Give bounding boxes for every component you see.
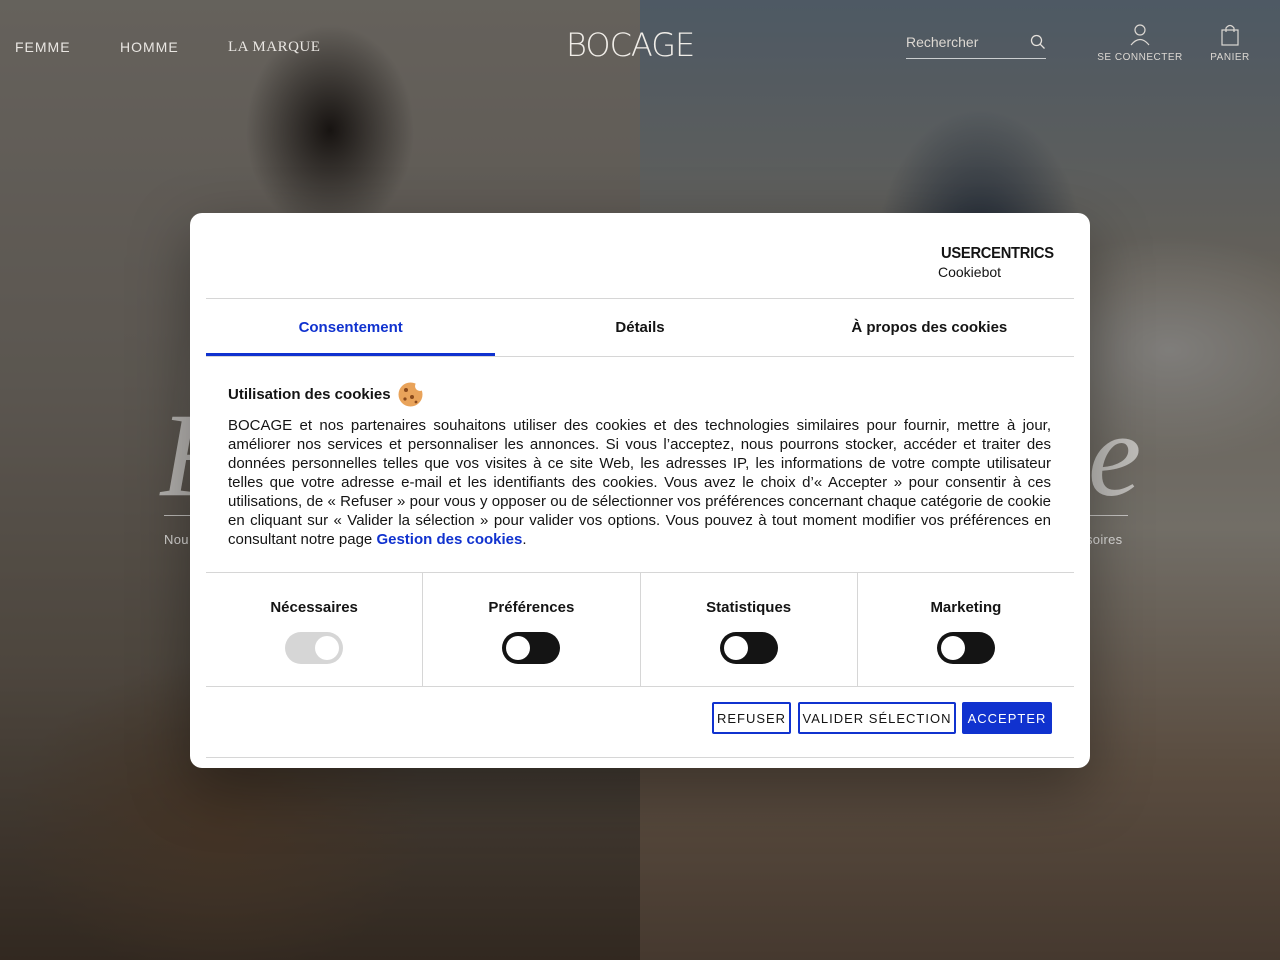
category-label: Nécessaires — [270, 599, 358, 616]
toggle-knob — [315, 636, 340, 660]
nav-femme[interactable]: FEMME — [15, 39, 71, 55]
tab-details[interactable]: Détails — [495, 299, 784, 356]
consent-title: Utilisation des cookies — [228, 386, 391, 403]
accept-button[interactable]: ACCEPTER — [962, 702, 1052, 734]
provider-name: USERCENTRICS — [941, 245, 1054, 262]
toggle-knob — [506, 636, 531, 660]
cookie-management-link[interactable]: Gestion des cookies — [376, 531, 522, 548]
category-label: Statistiques — [706, 599, 792, 616]
divider — [206, 686, 1074, 687]
brand-logo[interactable]: BOCAGE — [566, 26, 695, 64]
site-header: FEMME HOMME LA MARQUE BOCAGE SE CONNECTE… — [0, 0, 1280, 90]
cart-button[interactable]: PANIER — [1185, 24, 1275, 63]
consent-body-text: BOCAGE et nos partenaires souhaitons uti… — [228, 417, 1051, 548]
category-statistiques: Statistiques — [641, 572, 858, 686]
hero-caption-left: Nou — [164, 532, 189, 547]
consent-tabs: Consentement Détails À propos des cookie… — [206, 299, 1074, 356]
toggle-statistiques[interactable] — [719, 632, 778, 664]
category-label: Préférences — [488, 599, 575, 616]
consent-description: BOCAGE et nos partenaires souhaitons uti… — [228, 416, 1051, 549]
divider — [206, 757, 1074, 758]
consent-body-end: . — [522, 531, 527, 548]
login-label: SE CONNECTER — [1097, 52, 1183, 63]
nav-homme[interactable]: HOMME — [120, 39, 179, 55]
toggle-knob — [940, 636, 965, 660]
shopping-bag-icon — [1221, 24, 1239, 46]
category-label: Marketing — [930, 599, 1002, 616]
category-marketing: Marketing — [858, 572, 1074, 686]
hero-caption-right: soires — [1086, 532, 1123, 547]
category-preferences: Préférences — [423, 572, 641, 686]
cart-label: PANIER — [1210, 52, 1250, 63]
consent-title-row: Utilisation des cookies — [228, 381, 424, 408]
divider — [206, 356, 1074, 357]
tab-consentement[interactable]: Consentement — [206, 299, 496, 356]
provider-product: Cookiebot — [938, 264, 1002, 280]
refuse-button[interactable]: REFUSER — [712, 702, 791, 734]
toggle-preferences[interactable] — [502, 632, 561, 664]
cookie-categories: Nécessaires Préférences Statistiques Mar… — [206, 572, 1074, 686]
toggle-knob — [723, 636, 748, 660]
user-icon — [1130, 24, 1150, 46]
nav-la-marque[interactable]: LA MARQUE — [228, 39, 320, 56]
validate-selection-button[interactable]: VALIDER SÉLECTION — [798, 702, 956, 734]
cookie-icon — [398, 381, 424, 407]
toggle-marketing[interactable] — [936, 632, 995, 664]
search-icon[interactable] — [1030, 34, 1046, 50]
search-box — [906, 30, 1046, 59]
hero-divider-right — [1088, 515, 1128, 516]
cookie-consent-dialog: USERCENTRICS Cookiebot Consentement Déta… — [190, 213, 1090, 768]
toggle-necessaires — [285, 632, 344, 664]
usercentrics-logo: USERCENTRICS Cookiebot — [938, 245, 1054, 280]
hero-headline-right-fragment: e — [1088, 388, 1142, 521]
tab-a-propos[interactable]: À propos des cookies — [785, 299, 1074, 356]
category-necessaires: Nécessaires — [206, 572, 424, 686]
login-button[interactable]: SE CONNECTER — [1095, 24, 1185, 63]
search-input[interactable] — [906, 30, 1021, 54]
